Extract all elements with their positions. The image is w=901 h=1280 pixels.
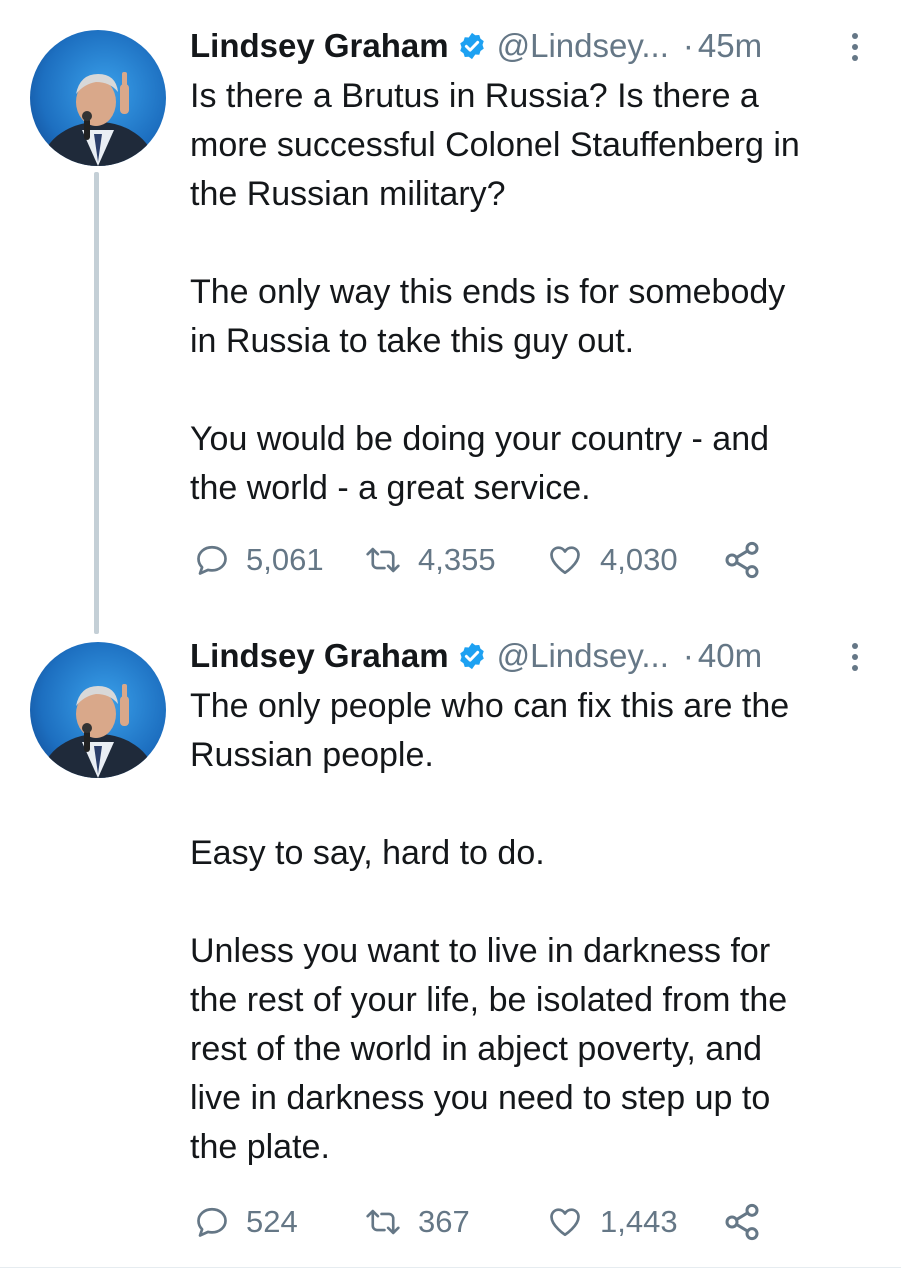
like-button[interactable]: 4,030 bbox=[546, 535, 678, 585]
timestamp[interactable]: 40m bbox=[698, 637, 762, 675]
author-handle[interactable]: @Lindsey... bbox=[497, 637, 669, 675]
separator: · bbox=[682, 637, 694, 674]
reply-count: 524 bbox=[246, 1204, 298, 1239]
tweet-text: The only people who can fix this are the… bbox=[190, 682, 880, 1172]
retweet-button[interactable]: 4,355 bbox=[364, 535, 496, 585]
avatar-photo bbox=[40, 72, 156, 166]
retweet-icon bbox=[366, 547, 400, 573]
tweet-paragraph: Easy to say, hard to do. bbox=[190, 834, 545, 872]
reply-icon bbox=[197, 545, 227, 575]
tweet-actions: 524 367 1,443 bbox=[190, 1197, 810, 1247]
tweet-paragraph: Is there a Brutus in Russia? Is there a … bbox=[190, 77, 800, 213]
retweet-count: 4,355 bbox=[418, 542, 496, 577]
like-count: 4,030 bbox=[600, 542, 678, 577]
retweet-count: 367 bbox=[418, 1204, 470, 1239]
author-name[interactable]: Lindsey Graham bbox=[190, 637, 449, 675]
thread-line bbox=[94, 172, 99, 634]
reply-icon bbox=[197, 1207, 227, 1237]
more-vertical-icon[interactable] bbox=[843, 640, 867, 674]
share-button[interactable] bbox=[722, 1197, 762, 1247]
share-icon bbox=[725, 541, 759, 579]
reply-button[interactable]: 5,061 bbox=[194, 535, 324, 585]
tweet-paragraph: You would be doing your country - and th… bbox=[190, 420, 770, 507]
reply-button[interactable]: 524 bbox=[194, 1197, 298, 1247]
tweet-header: Lindsey Graham @Lindsey... · 45m bbox=[190, 26, 861, 66]
verified-badge-icon bbox=[459, 642, 484, 670]
heart-icon bbox=[550, 1208, 580, 1237]
tweet[interactable]: Lindsey Graham @Lindsey... · 40m The onl… bbox=[0, 634, 901, 1268]
author-handle[interactable]: @Lindsey... bbox=[497, 27, 669, 65]
like-button[interactable]: 1,443 bbox=[546, 1197, 678, 1247]
like-count: 1,443 bbox=[600, 1204, 678, 1239]
avatar[interactable] bbox=[30, 642, 166, 778]
heart-icon bbox=[550, 546, 580, 575]
tweet[interactable]: Lindsey Graham @Lindsey... · 45m Is ther… bbox=[0, 0, 901, 634]
author-name[interactable]: Lindsey Graham bbox=[190, 27, 449, 65]
tweet-actions: 5,061 4,355 4,030 bbox=[190, 535, 810, 585]
tweet-paragraph: The only people who can fix this are the… bbox=[190, 687, 790, 774]
tweet-header: Lindsey Graham @Lindsey... · 40m bbox=[190, 636, 861, 676]
share-button[interactable] bbox=[722, 535, 762, 585]
timestamp[interactable]: 45m bbox=[698, 27, 762, 65]
tweet-text: Is there a Brutus in Russia? Is there a … bbox=[190, 72, 880, 513]
more-vertical-icon[interactable] bbox=[843, 30, 867, 64]
avatar[interactable] bbox=[30, 30, 166, 166]
tweet-paragraph: Unless you want to live in darkness for … bbox=[190, 932, 788, 1166]
divider bbox=[0, 1267, 901, 1268]
reply-count: 5,061 bbox=[246, 542, 324, 577]
retweet-button[interactable]: 367 bbox=[364, 1197, 470, 1247]
separator: · bbox=[682, 27, 694, 64]
verified-badge-icon bbox=[459, 32, 484, 60]
retweet-icon bbox=[366, 1209, 400, 1235]
share-icon bbox=[725, 1203, 759, 1241]
tweet-paragraph: The only way this ends is for somebody i… bbox=[190, 273, 786, 360]
avatar-photo bbox=[40, 684, 156, 778]
